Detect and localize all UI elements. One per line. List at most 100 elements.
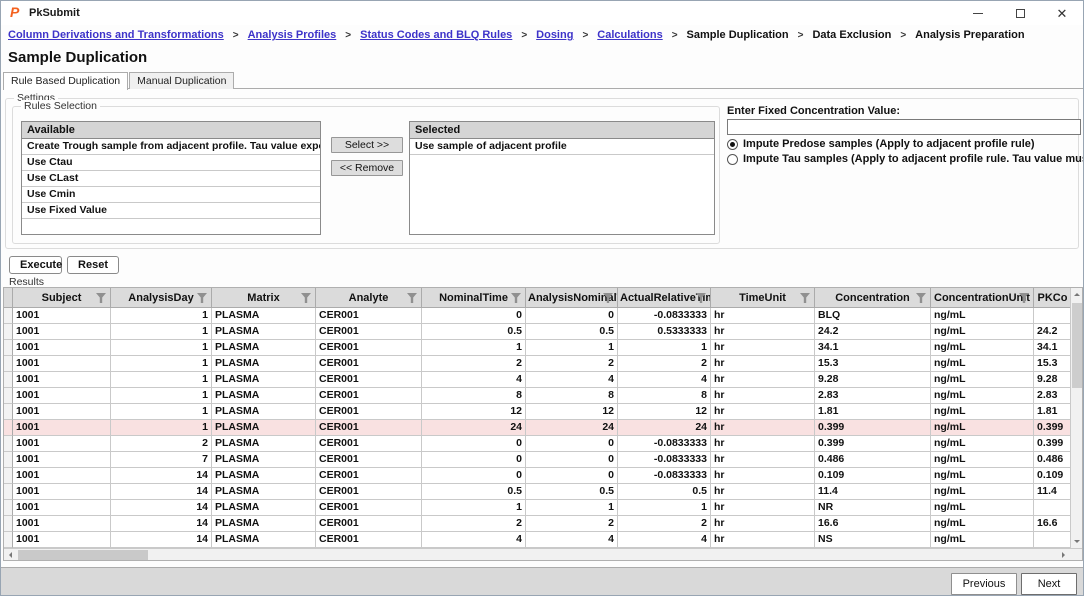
table-cell[interactable]: 8	[422, 388, 526, 404]
column-header-subject[interactable]: Subject	[13, 288, 111, 308]
table-cell[interactable]: PLASMA	[212, 404, 316, 420]
table-cell[interactable]: 34.1	[1034, 340, 1072, 356]
table-cell[interactable]: BLQ	[815, 308, 931, 324]
table-cell[interactable]: 1	[111, 404, 212, 420]
table-cell[interactable]: 24	[618, 420, 711, 436]
table-cell[interactable]: hr	[711, 436, 815, 452]
row-header-cell[interactable]	[4, 516, 13, 532]
table-cell[interactable]: 1001	[13, 532, 111, 548]
table-cell[interactable]: ng/mL	[931, 308, 1034, 324]
table-cell[interactable]: hr	[711, 324, 815, 340]
table-cell[interactable]: 1001	[13, 372, 111, 388]
table-cell[interactable]: 1001	[13, 436, 111, 452]
list-item[interactable]: Use Ctau	[22, 155, 320, 171]
column-header-pkco[interactable]: PKCo	[1034, 288, 1072, 308]
table-cell[interactable]: 1	[111, 420, 212, 436]
table-cell[interactable]: 0	[422, 468, 526, 484]
table-cell[interactable]: 12	[618, 404, 711, 420]
column-header-analysisday[interactable]: AnalysisDay	[111, 288, 212, 308]
table-cell[interactable]: 2	[422, 516, 526, 532]
table-cell[interactable]: ng/mL	[931, 468, 1034, 484]
radio-button[interactable]	[727, 139, 738, 150]
table-cell[interactable]: 2.83	[815, 388, 931, 404]
filter-icon[interactable]	[511, 293, 521, 303]
table-cell[interactable]: 24	[526, 420, 618, 436]
table-cell[interactable]: hr	[711, 484, 815, 500]
filter-icon[interactable]	[407, 293, 417, 303]
filter-icon[interactable]	[301, 293, 311, 303]
table-cell[interactable]: 1	[526, 340, 618, 356]
table-cell[interactable]: 1001	[13, 388, 111, 404]
table-cell[interactable]: CER001	[316, 372, 422, 388]
table-cell[interactable]: PLASMA	[212, 420, 316, 436]
scroll-up-icon[interactable]	[1074, 293, 1080, 296]
remove-button[interactable]: << Remove	[331, 160, 403, 176]
table-cell[interactable]: hr	[711, 308, 815, 324]
table-cell[interactable]: CER001	[316, 468, 422, 484]
breadcrumb-item-status-codes-and-blq-rules[interactable]: Status Codes and BLQ Rules	[360, 29, 512, 41]
table-cell[interactable]: hr	[711, 516, 815, 532]
table-cell[interactable]: CER001	[316, 532, 422, 548]
table-cell[interactable]: 4	[618, 372, 711, 388]
column-header-matrix[interactable]: Matrix	[212, 288, 316, 308]
table-cell[interactable]: 1	[111, 308, 212, 324]
table-cell[interactable]: 1	[111, 340, 212, 356]
table-cell[interactable]: 2	[526, 516, 618, 532]
table-cell[interactable]: 1001	[13, 468, 111, 484]
table-cell[interactable]: 1001	[13, 516, 111, 532]
list-item[interactable]: Use sample of adjacent profile	[410, 139, 714, 155]
table-cell[interactable]: 1001	[13, 452, 111, 468]
table-cell[interactable]: PLASMA	[212, 516, 316, 532]
table-cell[interactable]: CER001	[316, 420, 422, 436]
table-cell[interactable]: CER001	[316, 500, 422, 516]
row-header-cell[interactable]	[4, 500, 13, 516]
table-cell[interactable]: 0.5	[618, 484, 711, 500]
select-button[interactable]: Select >>	[331, 137, 403, 153]
column-header-analysisnominalt[interactable]: AnalysisNominalT	[526, 288, 618, 308]
table-cell[interactable]: 0.486	[815, 452, 931, 468]
vertical-scrollbar-thumb[interactable]	[1072, 303, 1082, 388]
table-cell[interactable]: PLASMA	[212, 532, 316, 548]
table-cell[interactable]: 2	[618, 356, 711, 372]
table-cell[interactable]: hr	[711, 356, 815, 372]
table-cell[interactable]: 1	[618, 340, 711, 356]
table-cell[interactable]: 0	[422, 308, 526, 324]
column-header-timeunit[interactable]: TimeUnit	[711, 288, 815, 308]
table-cell[interactable]: -0.0833333	[618, 452, 711, 468]
table-cell[interactable]: PLASMA	[212, 308, 316, 324]
table-cell[interactable]: 1	[422, 500, 526, 516]
tab-rule-based-duplication[interactable]: Rule Based Duplication	[3, 72, 128, 90]
table-cell[interactable]: ng/mL	[931, 436, 1034, 452]
breadcrumb-item-calculations[interactable]: Calculations	[597, 29, 662, 41]
table-cell[interactable]: CER001	[316, 340, 422, 356]
table-cell[interactable]: 2	[618, 516, 711, 532]
table-cell[interactable]: 1	[422, 340, 526, 356]
column-header-actualrelativetim[interactable]: ActualRelativeTim	[618, 288, 711, 308]
table-cell[interactable]: 0.5333333	[618, 324, 711, 340]
table-cell[interactable]: 0.399	[1034, 420, 1072, 436]
row-header-cell[interactable]	[4, 340, 13, 356]
radio-button[interactable]	[727, 154, 738, 165]
row-header-cell[interactable]	[4, 532, 13, 548]
scroll-down-icon[interactable]	[1074, 540, 1080, 543]
table-cell[interactable]: hr	[711, 340, 815, 356]
breadcrumb-item-column-derivations-and-transformations[interactable]: Column Derivations and Transformations	[8, 29, 224, 41]
column-header-nominaltime[interactable]: NominalTime	[422, 288, 526, 308]
table-cell[interactable]: hr	[711, 404, 815, 420]
filter-icon[interactable]	[800, 293, 810, 303]
table-cell[interactable]: 8	[618, 388, 711, 404]
table-cell[interactable]: 14	[111, 484, 212, 500]
next-button[interactable]: Next	[1021, 573, 1077, 595]
table-cell[interactable]: ng/mL	[931, 340, 1034, 356]
table-cell[interactable]: 11.4	[815, 484, 931, 500]
filter-icon[interactable]	[96, 293, 106, 303]
row-header-cell[interactable]	[4, 452, 13, 468]
table-cell[interactable]: 14	[111, 516, 212, 532]
table-cell[interactable]: 0	[422, 436, 526, 452]
scroll-right-icon[interactable]	[1062, 552, 1065, 558]
table-cell[interactable]: PLASMA	[212, 436, 316, 452]
vertical-scrollbar[interactable]	[1070, 288, 1082, 548]
row-header-cell[interactable]	[4, 308, 13, 324]
table-cell[interactable]: CER001	[316, 308, 422, 324]
table-cell[interactable]: CER001	[316, 388, 422, 404]
